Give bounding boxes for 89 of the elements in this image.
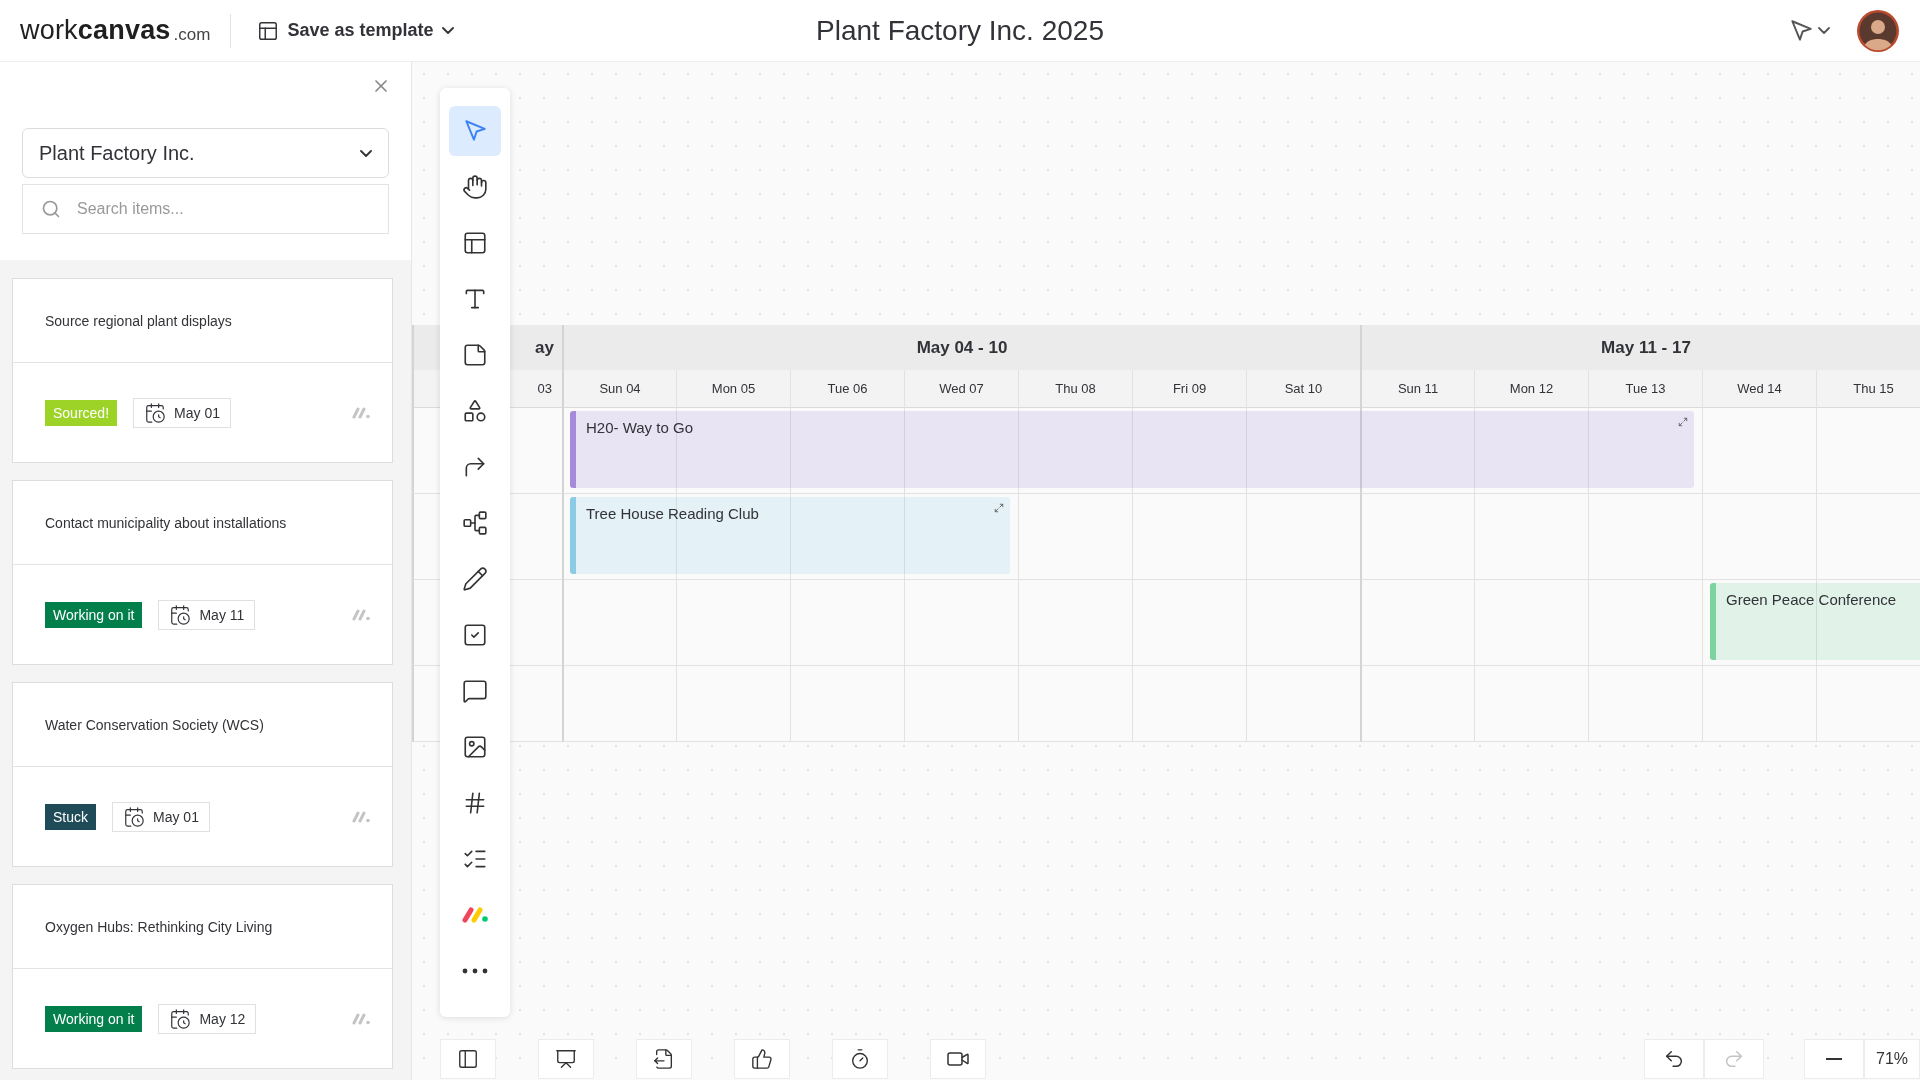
- search-field[interactable]: Search items...: [22, 184, 389, 234]
- save-as-template-button[interactable]: Save as template: [251, 15, 460, 46]
- item-card[interactable]: Source regional plant displays Sourced! May 01: [12, 278, 393, 463]
- item-card[interactable]: Contact municipality about installations Working on it May 11: [12, 480, 393, 665]
- item-title: Oxygen Hubs: Rethinking City Living: [45, 918, 273, 935]
- minus-icon: [1826, 1058, 1842, 1060]
- more-icon: [462, 968, 488, 974]
- calendar-icon: [123, 805, 145, 828]
- item-card[interactable]: Oxygen Hubs: Rethinking City Living Working on it May 12: [12, 884, 393, 1069]
- day-header: Tue 13: [1588, 370, 1702, 408]
- search-input[interactable]: Search items...: [75, 199, 370, 219]
- logo-domain: .com: [173, 24, 211, 45]
- calendar-event[interactable]: Green Peace Conference: [1710, 583, 1920, 660]
- day-header: Fri 09: [1132, 370, 1246, 408]
- export-button[interactable]: [636, 1039, 692, 1079]
- day-header: Wed 14: [1702, 370, 1816, 408]
- date-chip: May 01: [133, 397, 231, 428]
- chevron-down-icon: [360, 149, 372, 157]
- video-button[interactable]: [930, 1039, 986, 1079]
- chevron-down-icon: [441, 27, 454, 34]
- checkbox-icon: [462, 622, 488, 648]
- undo-button[interactable]: [1644, 1039, 1704, 1079]
- item-title: Source regional plant displays: [45, 312, 232, 329]
- pointer-menu-button[interactable]: [1788, 17, 1830, 44]
- undo-icon: [1663, 1048, 1685, 1070]
- date-chip: May 11: [158, 599, 256, 630]
- mind-map-icon: [462, 510, 488, 536]
- hand-icon: [462, 174, 488, 200]
- layout-icon: [462, 230, 488, 256]
- layout-icon: [257, 19, 280, 42]
- presentation-icon: [555, 1048, 577, 1070]
- expand-icon[interactable]: [994, 503, 1004, 513]
- apps-mark-icon: [352, 1012, 372, 1025]
- week-header: May 04 - 10: [562, 325, 1360, 370]
- calendar-event[interactable]: Tree House Reading Club: [570, 497, 1010, 574]
- zoom-level: 71%: [1864, 1039, 1920, 1079]
- pointer-icon: [462, 118, 488, 144]
- timer-icon: [849, 1048, 871, 1070]
- day-header: Sun 04: [562, 370, 676, 408]
- pointer-icon: [1788, 17, 1814, 44]
- panel-icon: [457, 1048, 479, 1070]
- workcanvas-logo: workcanvas: [20, 15, 171, 46]
- chevron-down-icon: [1818, 27, 1830, 34]
- image-icon: [462, 734, 488, 760]
- day-header: Mon 05: [676, 370, 790, 408]
- item-card[interactable]: Water Conservation Society (WCS) Stuck May 01: [12, 682, 393, 867]
- day-header: Thu 08: [1018, 370, 1132, 408]
- apps-logo-icon: [461, 906, 489, 924]
- sticky-note-icon: [462, 342, 488, 368]
- status-label: Working on it: [45, 1005, 143, 1032]
- day-header: Sat 10: [1246, 370, 1360, 408]
- pencil-icon: [462, 566, 488, 592]
- shapes-icon: [462, 398, 488, 424]
- item-title: Contact municipality about installations: [45, 514, 287, 531]
- status-label: Sourced!: [45, 399, 118, 426]
- event-title: Green Peace Conference: [1726, 591, 1897, 608]
- week-header: May 11 - 17: [1360, 325, 1920, 370]
- status-label: Working on it: [45, 601, 143, 628]
- calendar-icon: [169, 1007, 192, 1030]
- redo-icon: [1723, 1048, 1745, 1070]
- present-button[interactable]: [538, 1039, 594, 1079]
- user-avatar[interactable]: [1856, 8, 1900, 53]
- expand-icon[interactable]: [1678, 417, 1688, 427]
- timer-button[interactable]: [832, 1039, 888, 1079]
- calendar-event[interactable]: H20- Way to Go: [570, 411, 1694, 488]
- event-title: Tree House Reading Club: [586, 505, 759, 522]
- comment-icon: [462, 678, 488, 704]
- thumbs-up-icon: [751, 1048, 773, 1070]
- calendar-icon: [144, 401, 167, 424]
- vote-button[interactable]: [734, 1039, 790, 1079]
- board-dropdown[interactable]: Plant Factory Inc.: [22, 128, 389, 178]
- day-header: Tue 06: [790, 370, 904, 408]
- calendar-icon: [169, 603, 192, 626]
- search-icon: [41, 199, 61, 219]
- event-title: H20- Way to Go: [586, 419, 693, 436]
- date-chip: May 12: [158, 1003, 257, 1034]
- day-header: Wed 07: [904, 370, 1018, 408]
- apps-mark-icon: [352, 810, 372, 823]
- day-header: Mon 12: [1474, 370, 1588, 408]
- board-title: Plant Factory Inc. 2025: [816, 14, 1104, 47]
- file-export-icon: [653, 1048, 675, 1070]
- panel-toggle-button[interactable]: [440, 1039, 496, 1079]
- apps-mark-icon: [352, 406, 372, 419]
- apps-mark-icon: [352, 608, 372, 621]
- day-header: Thu 15: [1816, 370, 1920, 408]
- date-chip: May 01: [112, 801, 210, 832]
- status-label: Stuck: [45, 803, 96, 830]
- day-header: Sun 11: [1360, 370, 1474, 408]
- item-title: Water Conservation Society (WCS): [45, 716, 264, 733]
